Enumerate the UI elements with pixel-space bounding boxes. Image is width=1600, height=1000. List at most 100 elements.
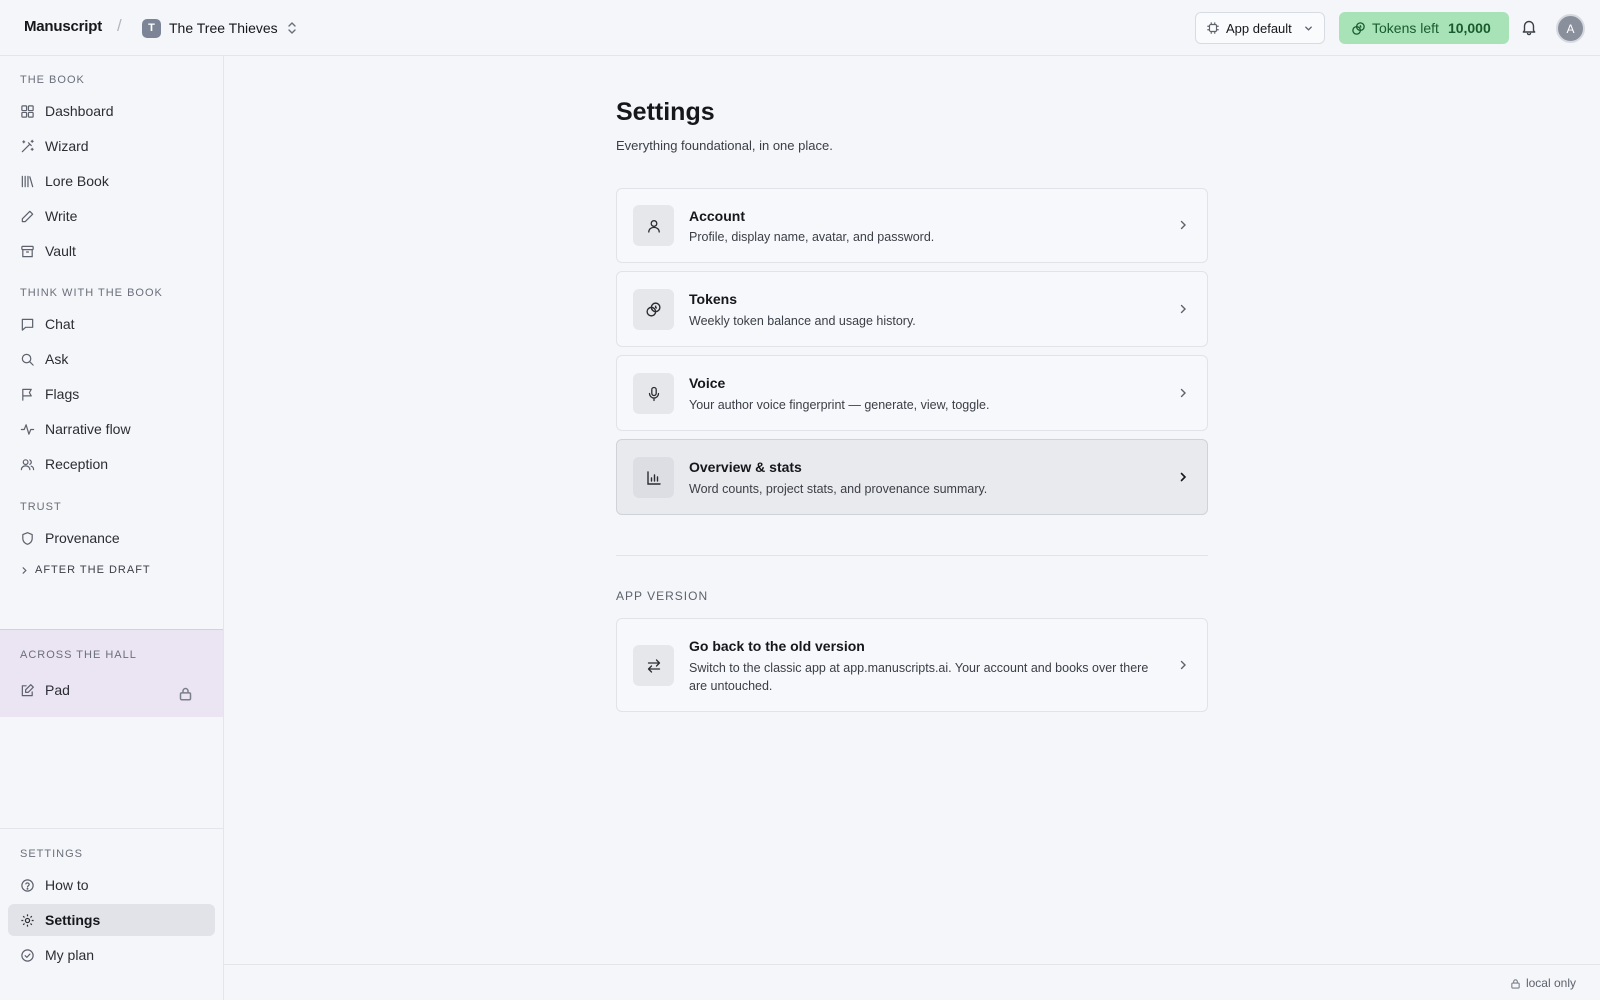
sidebar-item-narrative-flow[interactable]: Narrative flow bbox=[8, 413, 215, 445]
top-bar: Manuscript / T The Tree Thieves App defa… bbox=[0, 0, 1600, 56]
chip-icon bbox=[1206, 21, 1220, 35]
app-version-label: APP VERSION bbox=[616, 589, 709, 603]
card-title: Overview & stats bbox=[689, 459, 802, 475]
section-toggle-after-the-draft[interactable]: AFTER THE DRAFT bbox=[20, 564, 151, 576]
sidebar-item-wizard[interactable]: Wizard bbox=[8, 130, 215, 162]
sidebar-item-label: Vault bbox=[45, 243, 76, 259]
lock-icon bbox=[178, 686, 193, 701]
sidebar-item-label: Ask bbox=[45, 351, 69, 367]
sidebar-item-write[interactable]: Write bbox=[8, 200, 215, 232]
sidebar-item-settings[interactable]: Settings bbox=[8, 904, 215, 936]
sidebar-item-label: Reception bbox=[45, 456, 109, 472]
user-avatar[interactable]: A bbox=[1556, 14, 1585, 43]
chevron-right-icon bbox=[1177, 659, 1189, 671]
card-description: Weekly token balance and usage history. bbox=[689, 314, 916, 328]
user-icon bbox=[633, 205, 674, 246]
tokens-left-label: Tokens left bbox=[1372, 20, 1439, 36]
settings-card-voice[interactable]: Voice Your author voice fingerprint — ge… bbox=[616, 355, 1208, 431]
section-title-after-the-draft: AFTER THE DRAFT bbox=[35, 564, 151, 576]
chevron-right-icon bbox=[1177, 303, 1189, 315]
card-description: Switch to the classic app at app.manuscr… bbox=[689, 661, 1149, 693]
storage-status-label: local only bbox=[1525, 976, 1576, 990]
bar-chart-icon bbox=[633, 457, 674, 498]
card-description: Your author voice fingerprint — generate… bbox=[689, 398, 990, 412]
chat-icon bbox=[20, 317, 35, 332]
section-title-settings: SETTINGS bbox=[20, 848, 84, 860]
grid-icon bbox=[20, 104, 35, 119]
theme-select-label: App default bbox=[1226, 20, 1292, 36]
sidebar-item-vault[interactable]: Vault bbox=[8, 235, 215, 267]
archive-icon bbox=[20, 244, 35, 259]
section-title-across-the-hall: ACROSS THE HALL bbox=[20, 649, 137, 661]
status-bar: local only bbox=[224, 964, 1600, 1000]
page-title: Settings bbox=[616, 98, 715, 126]
storage-status: local only bbox=[1510, 976, 1576, 990]
tokens-left-badge[interactable]: Tokens left 10,000 bbox=[1339, 12, 1509, 44]
users-icon bbox=[20, 457, 35, 472]
sidebar-item-reception[interactable]: Reception bbox=[8, 448, 215, 480]
card-title: Go back to the old version bbox=[689, 638, 865, 654]
flag-icon bbox=[20, 387, 35, 402]
sidebar-item-label: Provenance bbox=[45, 530, 120, 546]
edit-note-icon bbox=[20, 683, 35, 698]
search-icon bbox=[20, 352, 35, 367]
section-title-trust: TRUST bbox=[20, 501, 62, 513]
theme-select-button[interactable]: App default bbox=[1195, 12, 1325, 44]
breadcrumb-separator: / bbox=[117, 16, 122, 35]
section-divider bbox=[616, 555, 1208, 556]
chevron-up-down-icon bbox=[286, 21, 298, 35]
lock-icon bbox=[1510, 978, 1521, 989]
sidebar-item-label: My plan bbox=[45, 947, 95, 963]
sidebar-item-label: Chat bbox=[45, 316, 75, 332]
swap-icon bbox=[633, 645, 674, 686]
across-the-hall-panel: ACROSS THE HALL Pad bbox=[0, 629, 223, 717]
settings-card-old-version[interactable]: Go back to the old version Switch to the… bbox=[616, 618, 1208, 712]
activity-icon bbox=[20, 422, 35, 437]
chevron-right-icon bbox=[1177, 219, 1189, 231]
library-icon bbox=[20, 174, 35, 189]
sidebar-item-dashboard[interactable]: Dashboard bbox=[8, 95, 215, 127]
settings-card-account[interactable]: Account Profile, display name, avatar, a… bbox=[616, 188, 1208, 263]
magic-wand-icon bbox=[20, 139, 35, 154]
sidebar-item-pad[interactable]: Pad bbox=[8, 674, 215, 706]
sidebar: THE BOOK Dashboard Wizard Lore Book Writ… bbox=[0, 56, 224, 1000]
pencil-icon bbox=[20, 209, 35, 224]
card-description: Profile, display name, avatar, and passw… bbox=[689, 230, 935, 244]
sidebar-item-label: Narrative flow bbox=[45, 421, 131, 437]
sidebar-item-label: Write bbox=[45, 208, 78, 224]
settings-card-tokens[interactable]: Tokens Weekly token balance and usage hi… bbox=[616, 271, 1208, 347]
sidebar-item-chat[interactable]: Chat bbox=[8, 308, 215, 340]
card-title: Voice bbox=[689, 375, 726, 391]
help-circle-icon bbox=[20, 878, 35, 893]
card-title: Tokens bbox=[689, 291, 737, 307]
sidebar-item-label: Flags bbox=[45, 386, 80, 402]
chevron-down-icon bbox=[1303, 23, 1314, 34]
chevron-right-icon bbox=[1177, 471, 1189, 483]
sidebar-item-lore-book[interactable]: Lore Book bbox=[8, 165, 215, 197]
section-title-think-with-the-book: THINK WITH THE BOOK bbox=[20, 287, 163, 299]
app-brand[interactable]: Manuscript bbox=[24, 18, 102, 35]
sidebar-divider bbox=[0, 828, 223, 829]
sidebar-item-label: Lore Book bbox=[45, 173, 109, 189]
sidebar-item-provenance[interactable]: Provenance bbox=[8, 522, 215, 554]
card-title: Account bbox=[689, 208, 745, 224]
tokens-left-value: 10,000 bbox=[1447, 20, 1491, 36]
project-avatar: T bbox=[142, 18, 161, 38]
project-switcher[interactable]: T The Tree Thieves bbox=[142, 17, 298, 39]
shield-icon bbox=[20, 531, 35, 546]
coins-icon bbox=[633, 289, 674, 330]
gear-icon bbox=[20, 913, 35, 928]
sidebar-item-my-plan[interactable]: My plan bbox=[8, 939, 215, 971]
sidebar-item-label: Settings bbox=[45, 912, 101, 928]
coins-icon bbox=[1351, 21, 1366, 36]
sidebar-item-how-to[interactable]: How to bbox=[8, 869, 215, 901]
chevron-right-icon bbox=[20, 566, 29, 575]
settings-card-overview-stats[interactable]: Overview & stats Word counts, project st… bbox=[616, 439, 1208, 515]
sidebar-item-flags[interactable]: Flags bbox=[8, 378, 215, 410]
sidebar-item-ask[interactable]: Ask bbox=[8, 343, 215, 375]
chevron-right-icon bbox=[1177, 387, 1189, 399]
bell-icon[interactable] bbox=[1520, 18, 1540, 38]
sidebar-item-label: How to bbox=[45, 877, 89, 893]
section-title-the-book: THE BOOK bbox=[20, 74, 85, 86]
sidebar-item-label: Wizard bbox=[45, 138, 89, 154]
